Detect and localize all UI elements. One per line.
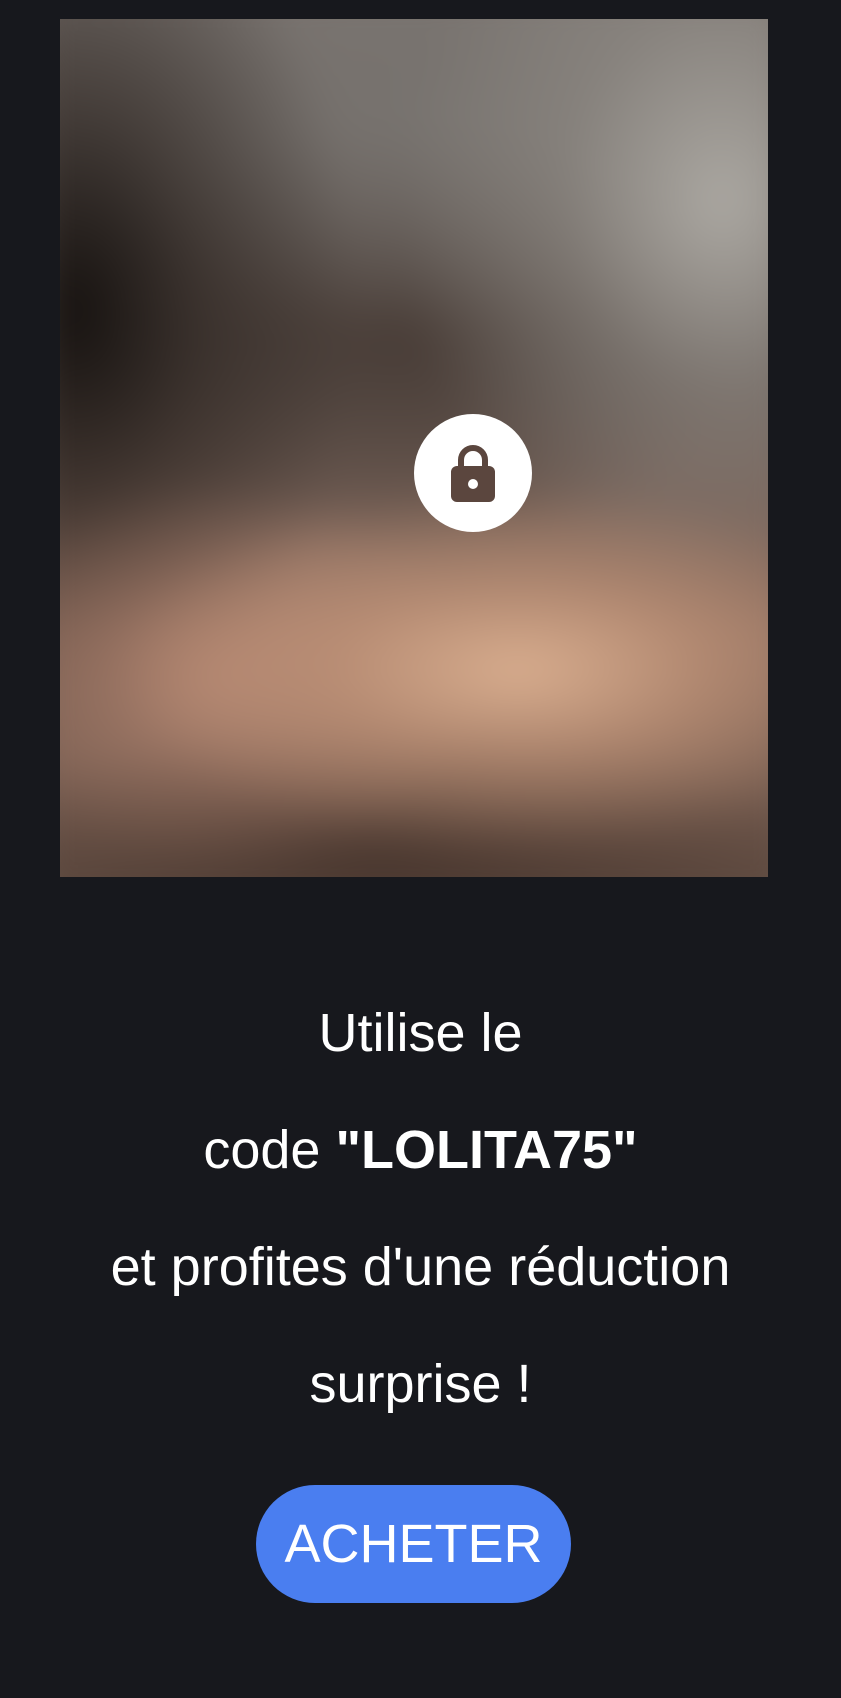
lock-icon xyxy=(451,445,495,502)
promo-line-3: et profites d'une réduction xyxy=(110,1237,731,1297)
promo-code: "LOLITA75" xyxy=(335,1120,638,1180)
promo-code-prefix: code xyxy=(203,1120,336,1180)
locked-media-preview[interactable] xyxy=(60,19,768,877)
promo-line-4: surprise ! xyxy=(309,1354,532,1414)
promo-line-2: code "LOLITA75" xyxy=(0,1092,841,1209)
buy-button[interactable]: ACHETER xyxy=(256,1485,571,1603)
paywall-screen: Utilise le code "LOLITA75" et profites d… xyxy=(0,0,841,1698)
promo-message: Utilise le code "LOLITA75" et profites d… xyxy=(0,975,841,1443)
lock-badge xyxy=(414,414,532,532)
blurred-photo xyxy=(60,19,768,877)
promo-line-1: Utilise le xyxy=(318,1003,523,1063)
